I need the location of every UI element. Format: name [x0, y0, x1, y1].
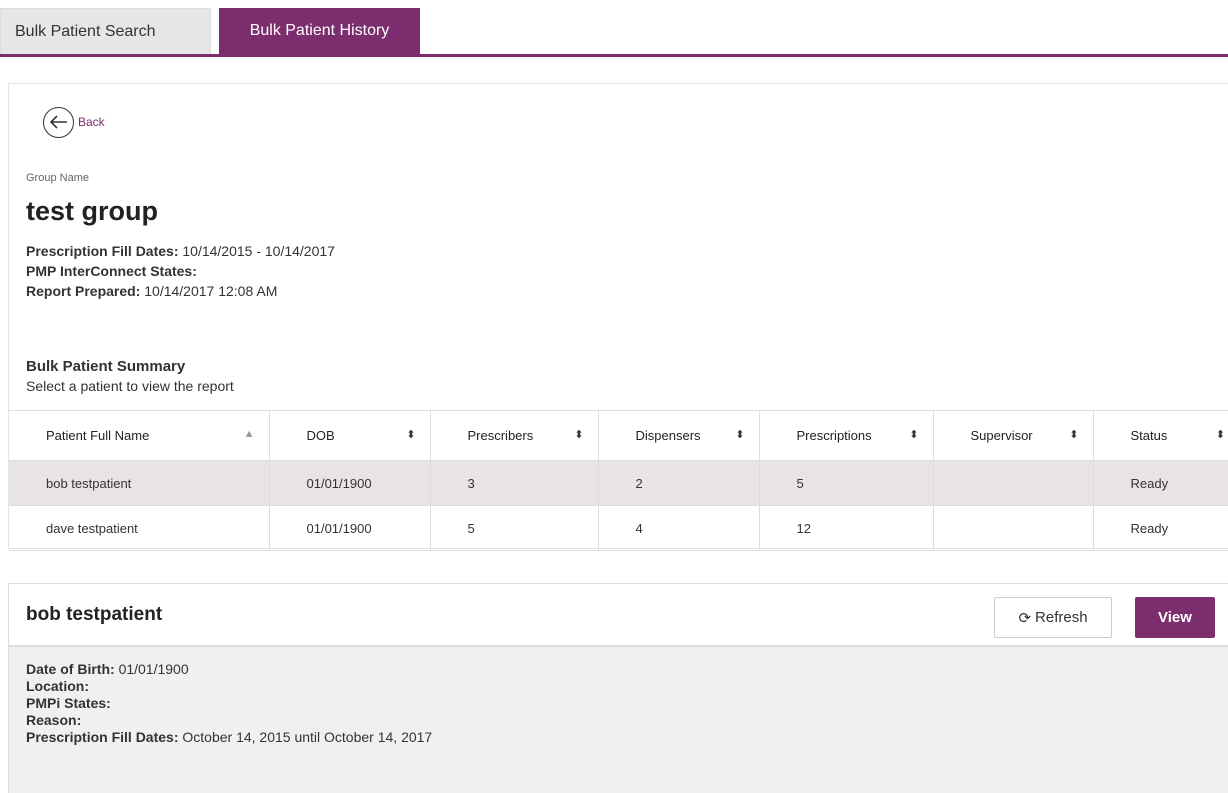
sort-icon: ⬍ — [574, 429, 584, 441]
cell-dispensers: 4 — [597, 505, 759, 551]
refresh-icon: ⟳ — [1018, 609, 1032, 627]
patient-detail-panel: bob testpatient ⟳ Refresh View Date of B… — [8, 583, 1228, 793]
column-header-supervisor[interactable]: Supervisor ⬍ — [932, 410, 1093, 461]
sort-icon: ⬍ — [1215, 429, 1225, 441]
sort-icon: ⬍ — [909, 429, 919, 441]
column-header-prescribers[interactable]: Prescribers ⬍ — [429, 410, 598, 461]
detail-dob-label: Date of Birth: — [26, 661, 115, 677]
table-row[interactable]: dave testpatient 01/01/1900 5 4 12 Ready — [9, 505, 1228, 551]
meta-fill-dates: Prescription Fill Dates: 10/14/2015 - 10… — [26, 243, 335, 259]
column-header-label: Status — [1130, 428, 1168, 443]
column-header-dispensers[interactable]: Dispensers ⬍ — [597, 410, 759, 461]
cell-prescribers: 3 — [429, 460, 598, 506]
detail-fill-dates-label: Prescription Fill Dates: — [26, 729, 179, 745]
detail-fill-dates-value: October 14, 2015 until October 14, 2017 — [182, 729, 433, 745]
tab-bar: Bulk Patient Search Bulk Patient History — [0, 0, 1228, 57]
sort-icon: ⬍ — [735, 429, 745, 441]
column-header-label: Patient Full Name — [46, 428, 150, 443]
cell-patient-name: bob testpatient — [9, 460, 269, 506]
detail-pmpi-label: PMPi States: — [26, 695, 111, 711]
column-header-label: Prescribers — [467, 428, 534, 443]
meta-report-prepared-value: 10/14/2017 12:08 AM — [144, 283, 278, 299]
group-name-title: test group — [26, 196, 158, 226]
cell-dob: 01/01/1900 — [268, 505, 430, 551]
detail-dob-value: 01/01/1900 — [118, 661, 189, 677]
tab-underline — [0, 54, 1228, 57]
table-row[interactable]: bob testpatient 01/01/1900 3 2 5 Ready — [9, 460, 1228, 506]
back-button[interactable]: Back — [43, 106, 105, 138]
cell-status: Ready — [1092, 505, 1228, 551]
detail-dob: Date of Birth: 01/01/1900 — [26, 661, 1221, 678]
back-label: Back — [78, 115, 105, 129]
meta-fill-dates-value: 10/14/2015 - 10/14/2017 — [182, 243, 335, 259]
column-header-label: DOB — [306, 428, 335, 443]
meta-interconnect-label: PMP InterConnect States: — [26, 263, 197, 279]
view-button[interactable]: View — [1135, 597, 1215, 638]
detail-pmpi-states: PMPi States: — [26, 695, 1221, 712]
cell-status: Ready — [1092, 460, 1228, 506]
column-header-patient-name[interactable]: Patient Full Name ▲ — [9, 410, 269, 461]
detail-fill-dates: Prescription Fill Dates: October 14, 201… — [26, 729, 1221, 746]
cell-prescribers: 5 — [429, 505, 598, 551]
meta-interconnect: PMP InterConnect States: — [26, 263, 197, 279]
tab-bulk-patient-history[interactable]: Bulk Patient History — [219, 8, 420, 54]
meta-fill-dates-label: Prescription Fill Dates: — [26, 243, 179, 259]
detail-reason-label: Reason: — [26, 712, 82, 728]
sort-asc-icon: ▲ — [243, 428, 255, 440]
cell-dob: 01/01/1900 — [268, 460, 430, 506]
cell-prescriptions: 12 — [758, 505, 933, 551]
refresh-label: Refresh — [1035, 609, 1088, 626]
detail-reason: Reason: — [26, 712, 1221, 729]
cell-dispensers: 2 — [597, 460, 759, 506]
cell-supervisor — [932, 460, 1093, 506]
back-arrow-icon — [43, 106, 74, 138]
detail-location: Location: — [26, 678, 1221, 695]
column-header-dob[interactable]: DOB ⬍ — [268, 410, 430, 461]
summary-title: Bulk Patient Summary — [26, 358, 186, 375]
column-header-prescriptions[interactable]: Prescriptions ⬍ — [758, 410, 933, 461]
tab-bulk-patient-search[interactable]: Bulk Patient Search — [0, 8, 211, 54]
patient-detail-body: Date of Birth: 01/01/1900 Location: PMPi… — [9, 647, 1228, 793]
meta-report-prepared-label: Report Prepared: — [26, 283, 141, 299]
column-header-label: Dispensers — [635, 428, 701, 443]
refresh-button[interactable]: ⟳ Refresh — [994, 597, 1112, 638]
summary-subtitle: Select a patient to view the report — [26, 378, 234, 394]
sort-icon: ⬍ — [1069, 429, 1079, 441]
cell-supervisor — [932, 505, 1093, 551]
report-card: Back Group Name test group Prescription … — [8, 83, 1228, 551]
group-name-label: Group Name — [26, 172, 89, 184]
table-header-row: Patient Full Name ▲ DOB ⬍ Prescribers ⬍ Dis… — [9, 410, 1228, 461]
patient-name-title: bob testpatient — [26, 604, 163, 625]
patient-summary-table: Patient Full Name ▲ DOB ⬍ Prescribers ⬍ Dis… — [9, 410, 1228, 551]
detail-location-label: Location: — [26, 678, 89, 694]
cell-prescriptions: 5 — [758, 460, 933, 506]
patient-detail-header: bob testpatient ⟳ Refresh View — [9, 584, 1228, 647]
column-header-label: Supervisor — [970, 428, 1033, 443]
column-header-label: Prescriptions — [796, 428, 872, 443]
cell-patient-name: dave testpatient — [9, 505, 269, 551]
sort-icon: ⬍ — [406, 429, 416, 441]
column-header-status[interactable]: Status ⬍ — [1092, 410, 1228, 461]
meta-report-prepared: Report Prepared: 10/14/2017 12:08 AM — [26, 283, 277, 299]
